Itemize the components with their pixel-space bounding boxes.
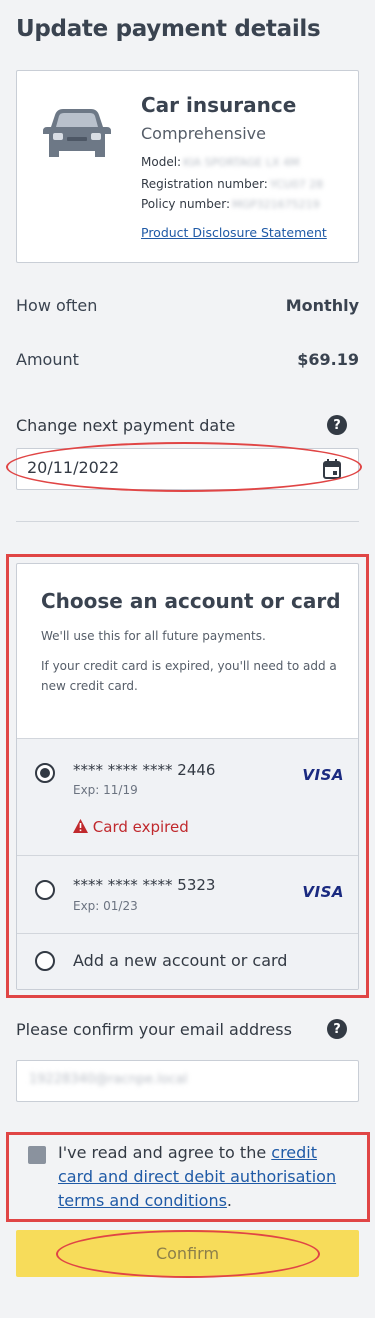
visa-logo: VISA bbox=[302, 883, 344, 901]
policy-cover: Comprehensive bbox=[141, 124, 266, 143]
policy-number-value: MGP321675219 bbox=[232, 198, 320, 211]
amount-value: $69.19 bbox=[297, 350, 359, 369]
rego-row: Registration number: YCU07 28 bbox=[141, 177, 324, 191]
radio-card-5323[interactable] bbox=[35, 880, 55, 900]
calendar-icon[interactable] bbox=[322, 458, 342, 480]
card-expired-status: Card expired bbox=[73, 818, 189, 836]
help-icon[interactable]: ? bbox=[327, 1019, 347, 1039]
amount-label: Amount bbox=[16, 350, 79, 369]
next-payment-label: Change next payment date bbox=[16, 416, 236, 435]
radio-add-new[interactable] bbox=[35, 951, 55, 971]
confirm-button[interactable]: Confirm bbox=[16, 1230, 359, 1277]
choose-text-2: If your credit card is expired, you'll n… bbox=[41, 659, 337, 693]
rego-value: YCU07 28 bbox=[269, 178, 324, 191]
warning-icon bbox=[73, 819, 88, 833]
how-often-value: Monthly bbox=[285, 296, 359, 315]
email-input[interactable]: 19228340@racnpe.local bbox=[16, 1060, 359, 1102]
model-value: KIA SPORTAGE LX 4M bbox=[183, 156, 300, 169]
card-exp: Exp: 01/23 bbox=[73, 899, 138, 913]
add-new-label: Add a new account or card bbox=[73, 951, 288, 970]
choose-text-1: We'll use this for all future payments. bbox=[41, 629, 266, 643]
agree-checkbox[interactable] bbox=[28, 1146, 46, 1164]
card-option-2446[interactable]: **** **** **** 2446 Exp: 11/19 VISA Card… bbox=[17, 739, 358, 855]
car-icon bbox=[43, 109, 111, 157]
policy-number-row: Policy number: MGP321675219 bbox=[141, 197, 320, 211]
help-icon[interactable]: ? bbox=[327, 415, 347, 435]
agree-text: I've read and agree to the credit card a… bbox=[58, 1143, 337, 1210]
payment-method-card: Choose an account or card We'll use this… bbox=[16, 563, 359, 990]
card-number: **** **** **** 5323 bbox=[73, 876, 216, 894]
card-number: **** **** **** 2446 bbox=[73, 761, 216, 779]
date-value: 20/11/2022 bbox=[27, 458, 120, 477]
email-label: Please confirm your email address bbox=[16, 1020, 292, 1039]
how-often-label: How often bbox=[16, 296, 98, 315]
card-exp: Exp: 11/19 bbox=[73, 783, 138, 797]
next-payment-date-input[interactable]: 20/11/2022 bbox=[16, 448, 359, 490]
card-option-5323[interactable]: **** **** **** 5323 Exp: 01/23 VISA bbox=[17, 856, 358, 933]
page-title: Update payment details bbox=[16, 16, 321, 42]
add-new-option[interactable]: Add a new account or card bbox=[17, 934, 358, 989]
policy-name: Car insurance bbox=[141, 93, 297, 117]
radio-card-2446[interactable] bbox=[35, 763, 55, 783]
model-row: Model: KIA SPORTAGE LX 4M bbox=[141, 155, 300, 169]
divider bbox=[16, 521, 359, 522]
visa-logo: VISA bbox=[302, 766, 344, 784]
pds-link[interactable]: Product Disclosure Statement bbox=[141, 225, 327, 240]
choose-title: Choose an account or card bbox=[41, 589, 341, 613]
policy-card: Car insurance Comprehensive Model: KIA SP… bbox=[16, 70, 359, 263]
